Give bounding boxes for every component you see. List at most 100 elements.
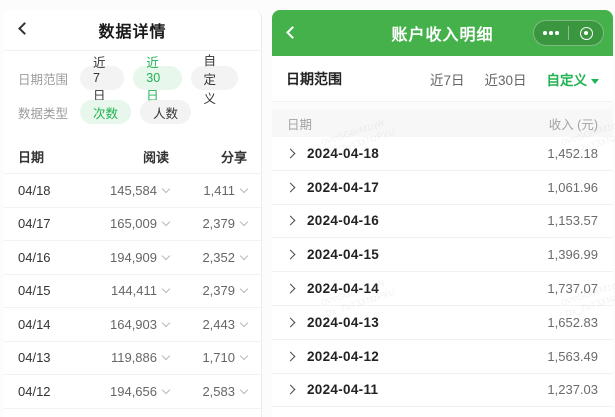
col-header-share: 分享 [220, 149, 247, 165]
filter-count-button[interactable]: 次数 [80, 100, 132, 124]
filter-section: 日期范围 近7日 近30日 自定义 数据类型 次数 人数 [4, 53, 261, 133]
income-row[interactable]: 2024-04-15 1,396.99 [272, 238, 613, 273]
date-range-label: 日期范围 [286, 70, 342, 87]
income-row[interactable]: 2024-04-11 1,237.03 [272, 373, 613, 408]
filter-custom-button[interactable]: 自定义 [190, 54, 238, 106]
table-row: 04/13 119,886 1,710 [4, 340, 261, 375]
chevron-right-icon [285, 182, 296, 193]
row-income: 1,737.07 [547, 281, 598, 297]
chevron-right-icon [285, 148, 296, 159]
filter-last7-button[interactable]: 近7日 [430, 69, 465, 89]
more-options-icon[interactable] [534, 21, 568, 45]
col-header-income: 收入 (元) [548, 117, 598, 132]
row-date: 04/12 [18, 383, 51, 399]
date-range-label: 日期范围 [18, 72, 69, 87]
row-income: 1,237.03 [547, 382, 598, 398]
income-detail-panel: 账户收入明细 日期范围 近7日 近30日 自定义 日期 收入 (元) 2024-… [272, 10, 615, 417]
row-date: 04/13 [18, 350, 51, 366]
income-row[interactable]: 2024-04-13 1,652.83 [272, 305, 613, 340]
row-date: 2024-04-15 [307, 247, 380, 263]
share-value-dropdown[interactable]: 1,411 [169, 183, 249, 198]
close-target-icon[interactable] [569, 21, 603, 45]
chevron-down-icon [239, 251, 249, 260]
row-date: 2024-04-14 [307, 281, 380, 297]
filter-custom-dropdown[interactable]: 自定义 [547, 69, 599, 89]
row-income: 1,652.83 [547, 314, 598, 330]
row-date: 2024-04-12 [307, 348, 380, 364]
share-value-dropdown[interactable]: 2,583 [169, 384, 249, 399]
col-header-date: 日期 [287, 117, 313, 132]
page-title: 账户收入明细 [391, 27, 494, 44]
income-row[interactable]: 2024-04-12 1,563.49 [272, 339, 613, 374]
row-income: 1,452.18 [547, 145, 598, 161]
miniprogram-capsule [533, 20, 604, 46]
date-range-filter-row: 日期范围 近7日 近30日 自定义 [272, 56, 613, 102]
chevron-down-icon [239, 385, 249, 394]
col-header-read: 阅读 [142, 149, 169, 165]
row-income: 1,061.96 [547, 179, 598, 195]
chevron-right-icon [285, 317, 296, 328]
read-value-dropdown[interactable]: 194,909 [80, 250, 171, 265]
chevron-down-icon [239, 285, 249, 294]
right-header: 账户收入明细 [272, 10, 613, 56]
table-row: 04/15 144,411 2,379 [4, 273, 261, 308]
chevron-down-icon [239, 218, 249, 227]
share-value-dropdown[interactable]: 2,379 [169, 216, 249, 231]
income-row[interactable]: 2024-04-18 1,452.18 [272, 137, 613, 171]
read-value-dropdown[interactable]: 165,009 [80, 216, 171, 231]
read-value-dropdown[interactable]: 144,411 [80, 283, 171, 298]
row-income: 1,563.49 [547, 348, 598, 364]
row-date: 2024-04-16 [307, 213, 380, 229]
row-date: 04/17 [18, 216, 51, 232]
left-header: 数据详情 [4, 10, 261, 50]
row-date: 04/18 [18, 182, 51, 198]
chevron-right-icon [285, 351, 296, 362]
caret-down-icon [591, 78, 599, 84]
income-table-header: 日期 收入 (元) [272, 109, 613, 137]
spacer [272, 102, 613, 109]
row-date: 2024-04-11 [307, 382, 379, 398]
share-value-dropdown[interactable]: 2,352 [169, 250, 249, 265]
row-income: 1,396.99 [547, 247, 598, 263]
chevron-down-icon [239, 352, 249, 361]
share-value-dropdown[interactable]: 1,710 [169, 350, 249, 365]
table-row: 04/14 164,903 2,443 [4, 307, 261, 341]
chevron-down-icon [239, 184, 249, 193]
stats-table-header: 日期 阅读 分享 [4, 139, 261, 173]
income-row[interactable]: 2024-04-14 1,737.07 [272, 272, 613, 306]
read-value-dropdown[interactable]: 194,656 [80, 384, 171, 399]
row-date: 2024-04-13 [307, 314, 380, 330]
chevron-down-icon [239, 318, 249, 327]
read-value-dropdown[interactable]: 164,903 [80, 317, 171, 332]
read-value-dropdown[interactable]: 145,584 [80, 183, 171, 198]
income-row[interactable]: 2024-04-17 1,061.96 [272, 170, 613, 205]
read-value-dropdown[interactable]: 119,886 [80, 350, 171, 365]
row-date: 2024-04-17 [307, 179, 380, 195]
share-value-dropdown[interactable]: 2,443 [169, 317, 249, 332]
filter-last30-button[interactable]: 近30日 [484, 69, 526, 89]
row-income: 1,153.57 [547, 213, 598, 229]
stats-table: 日期 阅读 分享 04/18 145,584 1,411 04/17 165,0… [4, 139, 261, 417]
share-value-dropdown[interactable]: 2,379 [169, 283, 249, 298]
table-row: 04/12 194,656 2,583 [4, 374, 261, 408]
data-details-panel: 数据详情 日期范围 近7日 近30日 自定义 数据类型 次数 人数 日期 阅读 … [4, 10, 262, 417]
chevron-right-icon [285, 385, 296, 395]
back-icon[interactable] [18, 22, 31, 35]
table-row: 04/18 145,584 1,411 [4, 173, 261, 207]
table-row: 04/11 165,189 2,623 [4, 407, 261, 417]
table-row: 04/17 165,009 2,379 [4, 206, 261, 241]
data-type-label: 数据类型 [18, 106, 69, 121]
date-range-filter-row: 日期范围 近7日 近30日 自定义 [18, 54, 247, 106]
income-row[interactable]: 2024-04-16 1,153.57 [272, 204, 613, 239]
row-date: 04/15 [18, 283, 51, 299]
table-row: 04/16 194,909 2,352 [4, 240, 261, 274]
page-title: 数据详情 [98, 24, 167, 41]
chevron-right-icon [285, 283, 296, 294]
col-header-date: 日期 [18, 149, 45, 165]
chevron-right-icon [285, 216, 296, 226]
row-date: 2024-04-18 [307, 145, 380, 161]
filter-last30-button[interactable]: 近30日 [133, 56, 182, 103]
back-icon[interactable] [286, 26, 299, 39]
filter-last7-button[interactable]: 近7日 [80, 56, 125, 103]
filter-people-button[interactable]: 人数 [140, 100, 192, 124]
